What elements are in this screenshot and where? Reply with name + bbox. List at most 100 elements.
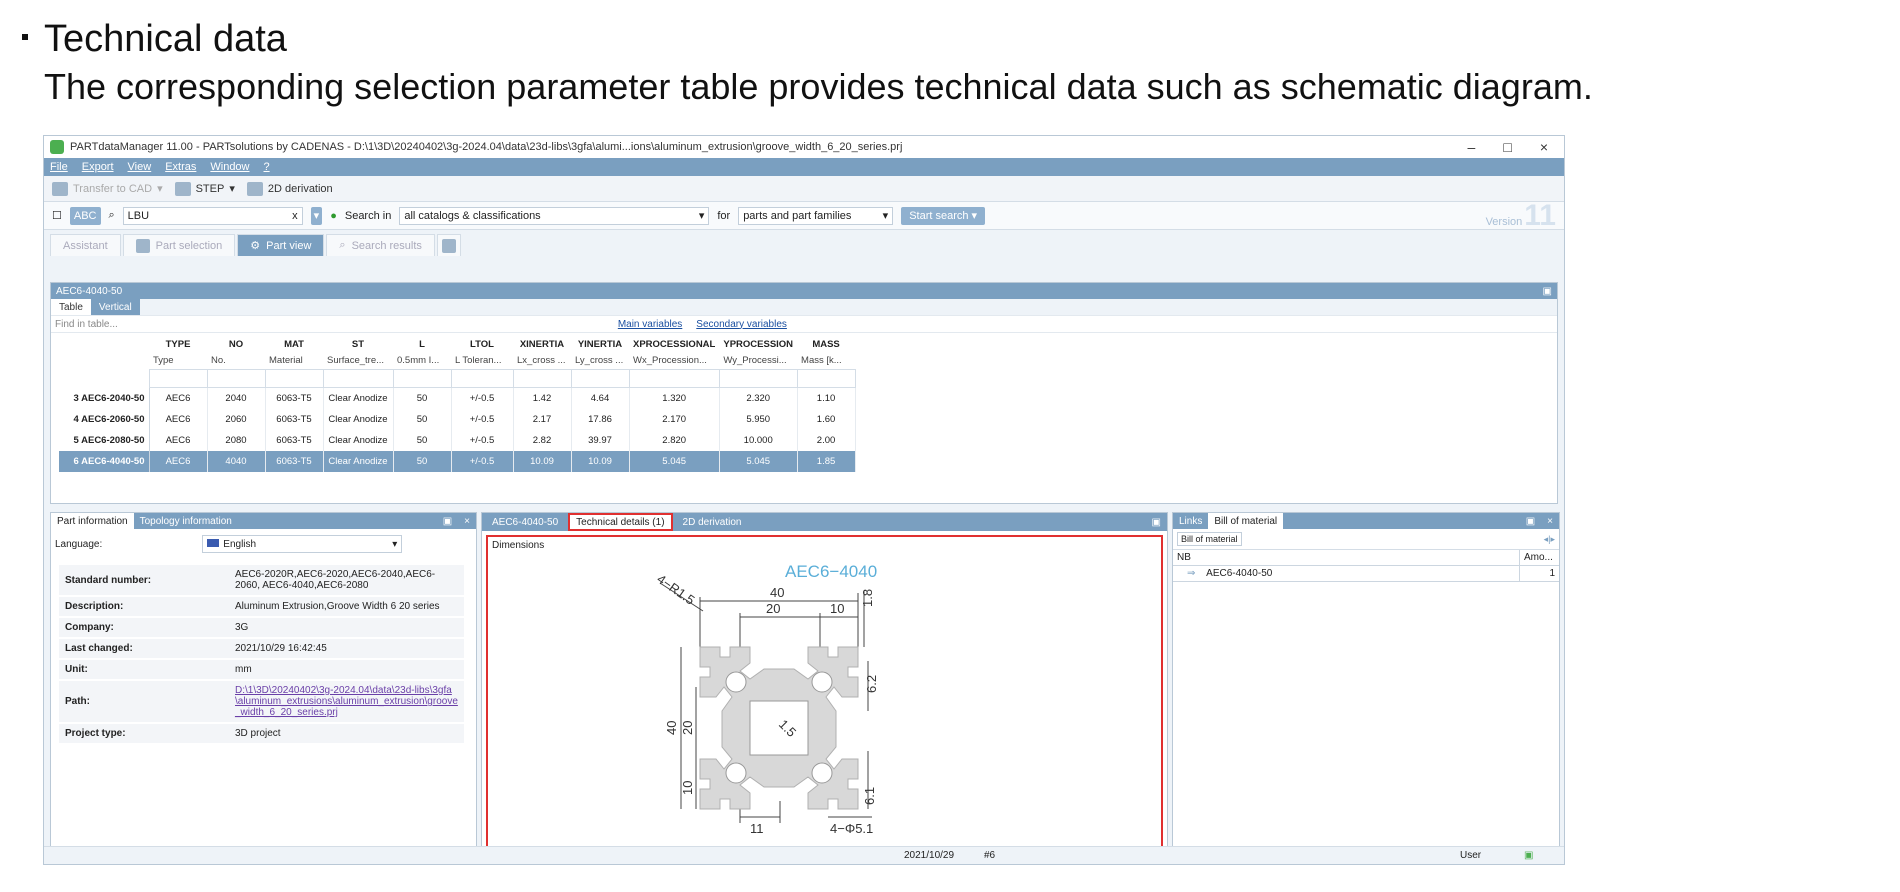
search-input[interactable]: LBU x [122, 206, 303, 225]
derivation-button[interactable]: 2D derivation [246, 181, 333, 196]
main-variables-link[interactable]: Main variables [618, 319, 682, 330]
cell: 50 [393, 450, 452, 472]
cell: 2040 [207, 387, 266, 409]
bom-item-row[interactable]: ⇒ AEC6-4040-50 1 [1173, 566, 1559, 582]
cell: 10.000 [719, 429, 798, 451]
close-pane-icon[interactable]: × [464, 516, 470, 527]
col-st[interactable]: ST [323, 337, 393, 352]
menu-extras[interactable]: Extras [165, 161, 196, 173]
maximize-pane-icon[interactable]: ▣ [1152, 513, 1167, 531]
secondary-variables-link[interactable]: Secondary variables [696, 319, 787, 330]
cell: +/-0.5 [451, 450, 514, 472]
step-button[interactable]: STEP ▾ [174, 181, 235, 196]
search-mode-icon[interactable]: ⌕ [109, 209, 115, 222]
filter-cell[interactable] [628, 369, 720, 388]
status-user: User [1460, 850, 1482, 861]
bom-subtab[interactable]: Bill of material [1177, 532, 1242, 546]
menu-view[interactable]: View [128, 161, 152, 173]
tab-vertical[interactable]: Vertical [90, 299, 140, 315]
col-l[interactable]: L [393, 337, 451, 352]
step-icon [174, 181, 191, 196]
bom-col-amount[interactable]: Amo... [1519, 550, 1559, 565]
subheader-wy: Wy_Processi... [723, 355, 787, 366]
table-row[interactable]: 5 AEC6-2080-50 AEC6 2080 6063-T5 Clear A… [59, 429, 856, 451]
start-search-button[interactable]: Start search ▾ [901, 206, 986, 225]
scroll-arrows-icon[interactable]: ◂|▸ [1544, 534, 1555, 545]
tab-part-view[interactable]: ⚙ Part view [237, 234, 325, 256]
language-select[interactable]: English ▾ [202, 535, 403, 553]
menu-file[interactable]: File [50, 161, 68, 173]
row-name: AEC6-2040-50 [81, 392, 145, 404]
filter-cell[interactable] [322, 369, 394, 388]
menu-help[interactable]: ? [264, 161, 270, 173]
filter-cell[interactable] [796, 369, 856, 388]
menu-window[interactable]: Window [210, 161, 249, 173]
tab-search-results[interactable]: ⌕ Search results [326, 234, 435, 256]
filter-cell[interactable] [512, 369, 572, 388]
tab-part-selection[interactable]: Part selection [122, 234, 236, 256]
status-icon[interactable]: ▣ [1524, 850, 1533, 861]
transfer-label: Transfer to CAD [73, 182, 153, 195]
tab-assistant[interactable]: Assistant [50, 234, 121, 256]
maximize-button[interactable]: □ [1503, 139, 1511, 155]
close-button[interactable]: × [1540, 139, 1548, 155]
filter-cell[interactable] [148, 369, 208, 388]
maximize-pane-icon[interactable]: ▣ [443, 516, 452, 527]
subheader-type: Type [153, 355, 174, 366]
scope-select[interactable]: all catalogs & classifications ▾ [399, 206, 710, 225]
abc-toggle[interactable]: ABC [69, 206, 101, 225]
maximize-pane-icon[interactable]: ▣ [1526, 516, 1535, 527]
prop-key: Unit: [59, 659, 229, 681]
transfer-to-cad-button[interactable]: Transfer to CAD ▾ [52, 181, 163, 196]
minimize-button[interactable]: – [1468, 139, 1476, 155]
variable-toggles: Main variables Secondary variables [618, 319, 787, 330]
col-yinertia[interactable]: YINERTIA [571, 337, 629, 352]
col-yprocession[interactable]: YPROCESSION [719, 337, 797, 352]
col-mass[interactable]: MASS [797, 337, 855, 352]
search-dropdown[interactable]: ▾ [310, 206, 323, 225]
drawing-title: AEC6−4040 [785, 562, 877, 581]
col-xprocessional[interactable]: XPROCESSIONAL [629, 337, 719, 352]
filter-cell[interactable] [450, 369, 514, 388]
maximize-pane-icon[interactable]: ▣ [1543, 286, 1552, 297]
menu-export[interactable]: Export [82, 161, 114, 173]
tab-table[interactable]: Table [51, 299, 91, 315]
path-link[interactable]: D:\1\3D\20240402\3g-2024.04\data\23d-lib… [235, 685, 458, 718]
tab-part-model[interactable]: AEC6-4040-50 [486, 513, 564, 531]
find-in-table-input[interactable]: Find in table... [55, 319, 118, 330]
tab-topology-information[interactable]: Topology information [134, 513, 238, 529]
filter-cell[interactable] [392, 369, 452, 388]
filter-cell[interactable] [718, 369, 798, 388]
close-pane-icon[interactable]: × [1547, 516, 1553, 527]
target-select[interactable]: parts and part families ▾ [738, 206, 894, 225]
bom-subtab-row: Bill of material ◂|▸ [1173, 529, 1559, 550]
add-tab-button[interactable] [436, 234, 461, 256]
table-row-selected[interactable]: 6 AEC6-4040-50 AEC6 4040 6063-T5 Clear A… [59, 450, 856, 472]
col-no[interactable]: NO [207, 337, 265, 352]
dimensions-panel: Dimensions AEC6−4040 40 20 10 1.8 6.2 40… [486, 535, 1163, 853]
col-xinertia[interactable]: XINERTIA [513, 337, 571, 352]
cell: 17.86 [571, 408, 630, 430]
col-ltol[interactable]: LTOL [451, 337, 513, 352]
filter-cell[interactable] [570, 369, 630, 388]
menu-bar: File Export View Extras Window ? [44, 158, 1564, 176]
bom-col-nb[interactable]: NB [1173, 550, 1519, 565]
clear-icon[interactable]: x [292, 210, 298, 222]
toolbar: Transfer to CAD ▾ STEP ▾ 2D derivation [44, 176, 1564, 202]
cell: 2.17 [513, 408, 572, 430]
tab-technical-details[interactable]: Technical details (1) [568, 513, 673, 531]
tab-bill-of-material[interactable]: Bill of material [1208, 513, 1284, 529]
tab-part-information[interactable]: Part information [51, 513, 134, 529]
col-mat[interactable]: MAT [265, 337, 323, 352]
cell: 2.820 [629, 429, 720, 451]
filter-cell[interactable] [206, 369, 266, 388]
table-row[interactable]: 3 AEC6-2040-50 AEC6 2040 6063-T5 Clear A… [59, 387, 856, 409]
table-row[interactable]: 4 AEC6-2060-50 AEC6 2060 6063-T5 Clear A… [59, 408, 856, 430]
tab-links[interactable]: Links [1173, 513, 1208, 529]
col-type[interactable]: TYPE [149, 337, 207, 352]
filter-cell[interactable] [264, 369, 324, 388]
expand-icon[interactable]: ☐ [52, 209, 62, 222]
cell: Clear Anodize [323, 429, 394, 451]
version-label: Version [1485, 215, 1523, 228]
tab-2d-derivation[interactable]: 2D derivation [677, 513, 748, 531]
